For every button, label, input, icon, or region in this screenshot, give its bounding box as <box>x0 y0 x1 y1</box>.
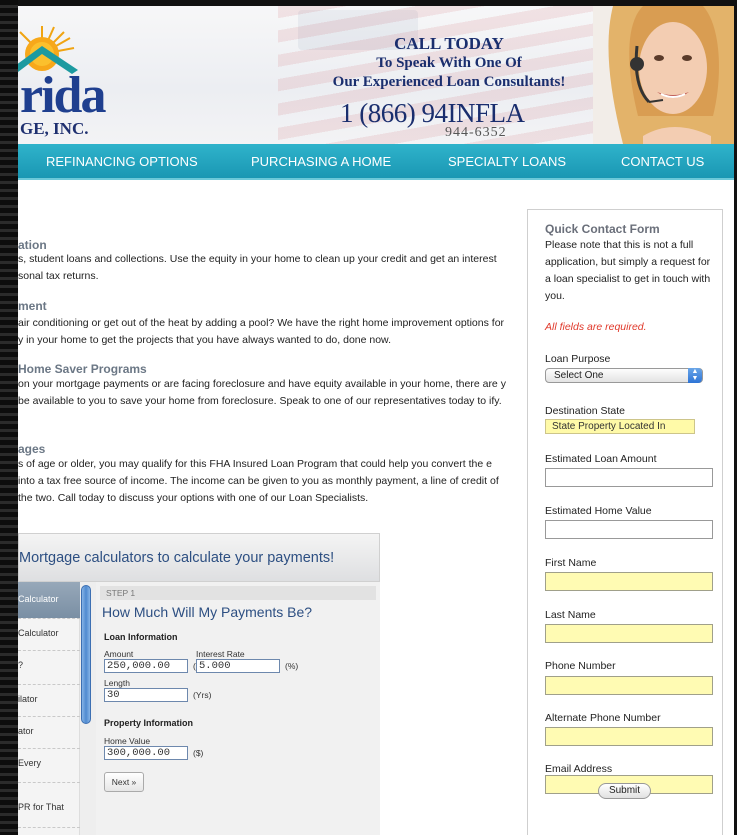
form-title: Quick Contact Form <box>545 222 660 236</box>
loan-purpose-value: Select One <box>554 370 604 381</box>
first-name-input[interactable] <box>545 572 713 591</box>
phone-number[interactable]: 1 (866) 94INFLA <box>340 98 525 128</box>
calculator-list-item[interactable]: Every <box>18 758 41 768</box>
phone-input[interactable] <box>545 676 713 695</box>
length-unit: (Yrs) <box>193 690 212 700</box>
divider <box>18 684 80 685</box>
calculator-panel: STEP 1 How Much Will My Payments Be? Loa… <box>96 582 380 835</box>
loan-amount-input[interactable] <box>545 468 713 487</box>
logo-subtext: GE, INC. <box>20 119 89 138</box>
section-heading-improvement: ment <box>18 299 47 313</box>
calculator-list-item[interactable]: ator <box>18 726 34 736</box>
logo-text: rida <box>20 67 106 124</box>
submit-button[interactable]: Submit <box>598 783 651 799</box>
home-value-input[interactable] <box>545 520 713 539</box>
form-description: Please note that this is not a full appl… <box>545 239 711 302</box>
section-text-consolidation: s, student loans and collections. Use th… <box>18 253 497 282</box>
step-bar <box>100 586 376 600</box>
page: rida GE, INC. CALL TODAY To Speak With O… <box>18 6 734 835</box>
home-value-input[interactable]: 300,000.00 <box>104 746 188 760</box>
section-heading-reverse-mortgages: ages <box>18 442 46 456</box>
amount-label: Amount <box>104 649 134 659</box>
email-label: Email Address <box>545 763 613 775</box>
divider <box>18 716 80 717</box>
main-nav: REFINANCING OPTIONS PURCHASING A HOME SP… <box>18 144 734 180</box>
calculator-list-item[interactable]: Calculator <box>18 594 59 604</box>
calculator-header: Mortgage calculators to calculate your p… <box>18 533 380 582</box>
select-arrows-icon: ▲ ▼ <box>688 368 702 383</box>
quick-contact-form: Quick Contact Form Please note that this… <box>527 209 723 835</box>
destination-state-label: Destination State <box>545 405 625 417</box>
divider <box>18 748 80 749</box>
calculator-question: How Much Will My Payments Be? <box>102 604 313 620</box>
calculator-list-item[interactable]: ilator <box>18 694 38 704</box>
call-today-banner: CALL TODAY To Speak With One Of Our Expe… <box>314 34 584 92</box>
nav-refinancing-options[interactable]: REFINANCING OPTIONS <box>46 154 198 170</box>
alt-phone-input[interactable] <box>545 727 713 746</box>
home-value-unit: ($) <box>193 748 204 758</box>
site-header: rida GE, INC. CALL TODAY To Speak With O… <box>18 6 734 144</box>
interest-rate-unit: (%) <box>285 661 299 671</box>
divider <box>18 650 80 651</box>
loan-purpose-select[interactable]: Select One ▲ ▼ <box>545 368 703 383</box>
call-line-3: Our Experienced Loan Consultants! <box>332 74 566 90</box>
home-value-label: Home Value <box>104 736 151 746</box>
loan-amount-label: Estimated Loan Amount <box>545 453 657 465</box>
home-value-label: Estimated Home Value <box>545 505 652 517</box>
calculator-list-item[interactable]: PR for That <box>18 802 64 812</box>
nav-specialty-loans[interactable]: SPECIALTY LOANS <box>448 154 566 170</box>
nav-contact-us[interactable]: CONTACT US <box>621 154 704 170</box>
first-name-label: First Name <box>545 557 597 569</box>
next-button[interactable]: Next » <box>104 772 144 792</box>
calculator-header-title: Mortgage calculators to calculate your p… <box>19 550 335 566</box>
call-line-1: CALL TODAY <box>394 34 504 53</box>
section-text-home-saver: on your mortgage payments or are facing … <box>18 378 506 407</box>
calculator-scrollbar-thumb[interactable] <box>81 585 91 724</box>
destination-state-select[interactable]: State Property Located In <box>545 419 695 434</box>
last-name-label: Last Name <box>545 609 596 621</box>
section-heading-home-saver: Home Saver Programs <box>18 362 147 376</box>
phone-numeric: 944-6352 <box>445 125 507 140</box>
divider <box>18 782 80 783</box>
calculator-list-item[interactable]: ? <box>18 660 23 670</box>
length-input[interactable]: 30 <box>104 688 188 702</box>
divider <box>18 618 80 619</box>
section-text-reverse-mortgages: s of age or older, you may qualify for t… <box>18 458 499 504</box>
nav-purchasing-a-home[interactable]: PURCHASING A HOME <box>251 154 391 170</box>
property-information-heading: Property Information <box>104 718 194 728</box>
last-name-input[interactable] <box>545 624 713 643</box>
interest-rate-input[interactable]: 5.000 <box>196 659 280 673</box>
calculator-list-item[interactable]: Calculator <box>18 628 59 638</box>
phone-label: Phone Number <box>545 660 616 672</box>
page-left-border <box>0 0 18 835</box>
call-line-2: To Speak With One Of <box>376 55 522 71</box>
alt-phone-label: Alternate Phone Number <box>545 712 661 724</box>
support-agent-photo <box>593 6 734 144</box>
length-label: Length <box>104 678 130 688</box>
required-note: All fields are required. <box>545 321 647 333</box>
calculator-list: Calculator Calculator ? ilator ator Ever… <box>18 582 80 835</box>
loan-information-heading: Loan Information <box>104 632 178 642</box>
divider <box>18 827 80 828</box>
section-text-improvement: air conditioning or get out of the heat … <box>18 317 505 346</box>
section-heading-consolidation: ation <box>18 238 47 252</box>
step-label: STEP 1 <box>106 588 136 598</box>
interest-rate-label: Interest Rate <box>196 649 245 659</box>
loan-purpose-label: Loan Purpose <box>545 353 611 365</box>
amount-input[interactable]: 250,000.00 <box>104 659 188 673</box>
